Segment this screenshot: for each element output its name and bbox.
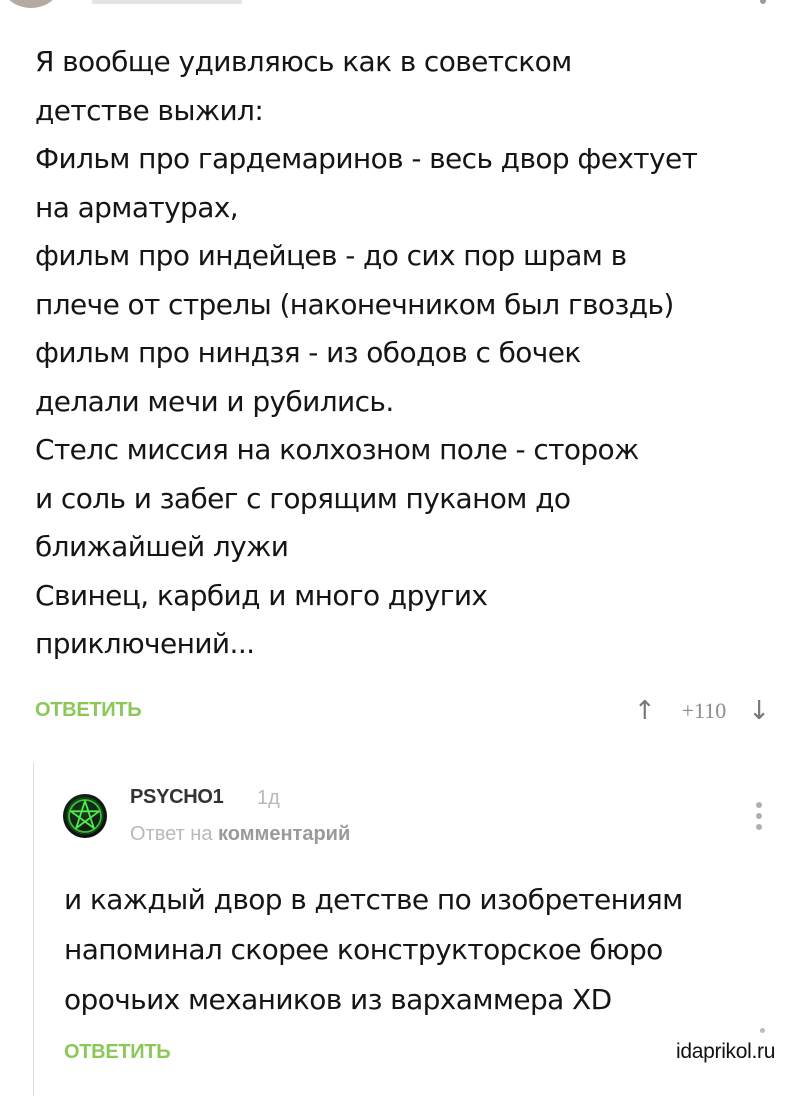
kebab-dot [756, 802, 762, 808]
reply-to-prefix: Ответ на [130, 823, 213, 845]
comment-text-line: детстве выжил: [35, 93, 264, 127]
main-comment-actions: ОТВЕТИТЬ ↑ +110 ↓ [35, 694, 770, 728]
comment-text-line: фильм про индейцев - до сих пор шрам в [35, 239, 627, 272]
vote-controls: ↑ +110 ↓ [634, 694, 770, 728]
comment-text-line: Я вообще удивляюсь как в советском [35, 45, 572, 78]
comment-text-line: и каждый двор в детстве по изобретениям [64, 883, 683, 916]
reply-to-info: Ответ на комментарий [130, 823, 350, 846]
comment-text-line: Свинец, карбид и много других [35, 578, 488, 612]
comment-text-line: Фильм про гардемаринов - весь двор фехту… [35, 142, 698, 175]
kebab-dot [760, 1028, 765, 1033]
comment-text-line: на арматурах, [35, 190, 239, 224]
pentagram-icon[interactable] [63, 794, 107, 838]
comment-text-line: приключений... [35, 627, 255, 660]
comment-text-line: орочьих механиков из вархаммера XD [64, 983, 612, 1016]
rating-value: +110 [681, 698, 727, 723]
reply-button[interactable]: ОТВЕТИТЬ [35, 699, 142, 722]
upvote-arrow-icon[interactable]: ↑ [634, 696, 656, 726]
main-comment-body: Я вообще удивляюсь как в советском детст… [35, 38, 787, 669]
downvote-arrow-icon[interactable]: ↓ [748, 696, 770, 726]
comment-text-line: делали мечи и рубились. [35, 384, 394, 418]
watermark: idaprikol.ru [676, 1040, 776, 1063]
reply-button[interactable]: ОТВЕТИТЬ [64, 1041, 171, 1064]
reply-to-comment-link[interactable]: комментарий [218, 823, 350, 845]
comment-text-line: фильм про ниндзя - из ободов с бочек [35, 336, 581, 369]
thread-indent-line [33, 762, 34, 1096]
previous-comment-header-stub [0, 0, 800, 10]
reply-author-name[interactable]: PSYCHO1 [130, 786, 224, 809]
comment-text-line: и соль и забег с горящим пуканом до [35, 481, 571, 515]
reply-comment-body: и каждый двор в детстве по изобретениям … [64, 875, 784, 1025]
reply-timestamp: 1д [257, 787, 280, 809]
kebab-dot [756, 824, 762, 830]
more-options-icon[interactable] [753, 802, 765, 836]
kebab-dot [756, 813, 762, 819]
previous-kebab-dot [760, 0, 766, 4]
comment-text-line: Стелс миссия на колхозном поле - сторож [35, 433, 639, 466]
previous-avatar [2, 0, 60, 8]
comment-text-line: напоминал скорее конструкторское бюро [64, 933, 663, 966]
comment-text-line: плече от стрелы (наконечником был гвоздь… [35, 287, 674, 321]
comment-text-line: ближайшей лужи [35, 530, 289, 563]
previous-author-name [92, 0, 242, 4]
